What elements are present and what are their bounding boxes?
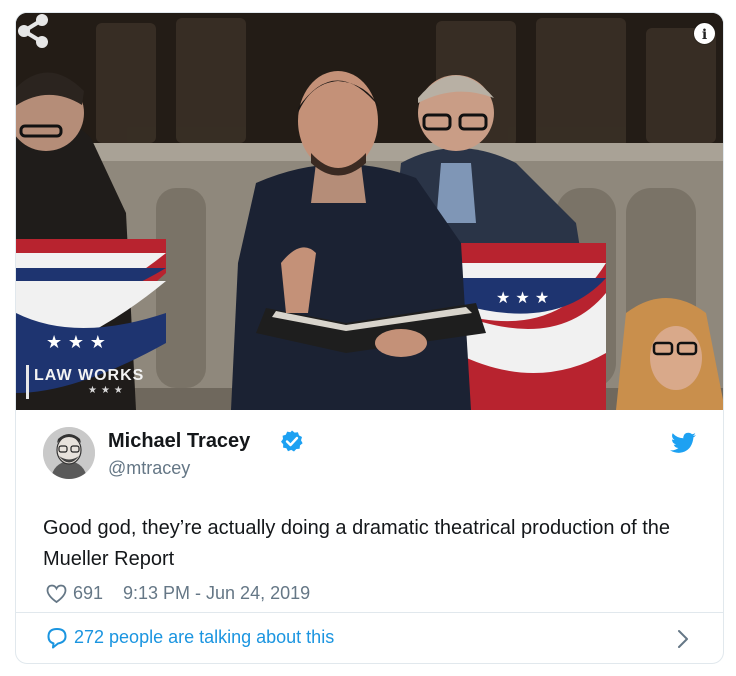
share-icon[interactable] bbox=[16, 13, 50, 49]
avatar[interactable] bbox=[43, 427, 95, 479]
tweet-embed-card[interactable]: ★ ★ ★ ★ ★ ★ i LAW WORKS ★★★ Michael Trac… bbox=[15, 12, 724, 664]
svg-text:★ ★ ★: ★ ★ ★ bbox=[46, 332, 106, 353]
twitter-bird-icon[interactable] bbox=[669, 432, 697, 456]
avatar-illustration bbox=[43, 427, 95, 479]
svg-text:★ ★ ★: ★ ★ ★ bbox=[496, 288, 549, 307]
display-name[interactable]: Michael Tracey bbox=[108, 430, 250, 453]
comment-bubble-icon bbox=[47, 628, 67, 649]
like-count[interactable]: 691 bbox=[73, 583, 103, 604]
watermark-text: LAW WORKS bbox=[34, 367, 145, 384]
conversation-link[interactable]: 272 people are talking about this bbox=[16, 613, 723, 663]
timestamp[interactable]: 9:13 PM - Jun 24, 2019 bbox=[123, 583, 310, 604]
talking-about-link[interactable]: 272 people are talking about this bbox=[74, 627, 334, 648]
watermark-stars: ★★★ bbox=[88, 385, 127, 396]
video-media[interactable]: ★ ★ ★ ★ ★ ★ i LAW WORKS ★★★ bbox=[16, 13, 723, 410]
info-icon[interactable]: i bbox=[694, 23, 715, 44]
tweet-text: Good god, they’re actually doing a drama… bbox=[43, 517, 671, 570]
watermark-bar bbox=[26, 365, 29, 399]
tweet-body: Michael Tracey @mtracey Good god, they’r… bbox=[16, 410, 723, 610]
chevron-right-icon[interactable] bbox=[676, 628, 690, 650]
heart-icon[interactable] bbox=[46, 584, 67, 604]
handle[interactable]: @mtracey bbox=[108, 458, 190, 479]
video-frame: ★ ★ ★ ★ ★ ★ bbox=[16, 13, 723, 410]
verified-icon bbox=[281, 430, 303, 452]
